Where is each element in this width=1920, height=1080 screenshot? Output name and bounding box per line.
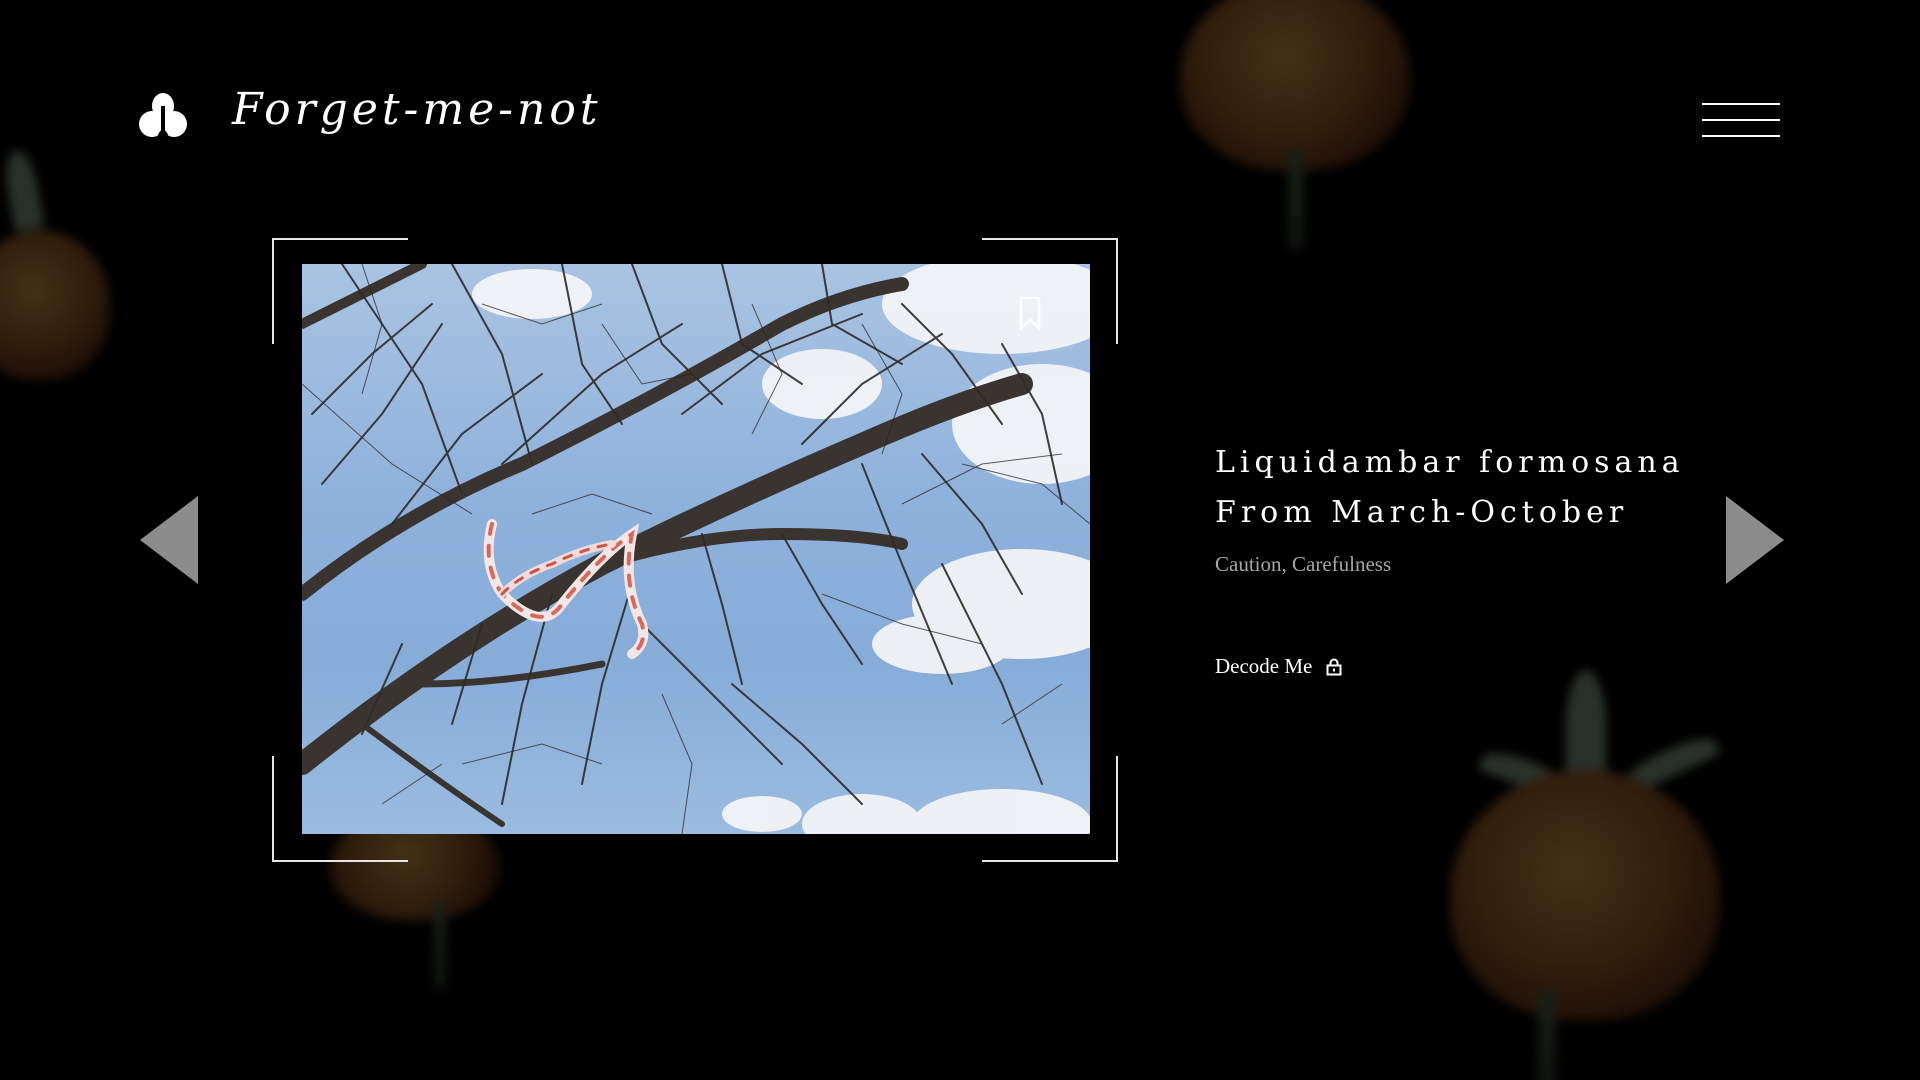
triangle-left-icon [140, 496, 198, 584]
menu-line [1702, 103, 1780, 105]
lock-icon [1326, 658, 1342, 675]
triangle-right-icon [1726, 496, 1784, 584]
background-flower-left [0, 140, 130, 400]
plant-title: Liquidambar formosana From March-October [1215, 438, 1685, 538]
menu-line [1702, 119, 1780, 121]
flower-bud-logo-icon[interactable] [138, 92, 188, 140]
previous-arrow-button[interactable] [140, 496, 200, 584]
plant-name: Liquidambar formosana [1215, 445, 1685, 480]
background-flower-bottom-right [1420, 670, 1750, 1080]
brand-name[interactable]: Forget-me-not [232, 84, 602, 135]
decode-me-button[interactable]: Decode Me [1215, 654, 1342, 679]
plant-photo [302, 264, 1090, 834]
background-flower-top [1170, 0, 1430, 280]
bookmark-icon[interactable] [1019, 296, 1041, 331]
decode-me-label: Decode Me [1215, 654, 1313, 678]
plant-meaning: Caution, Carefulness [1215, 552, 1392, 576]
next-arrow-button[interactable] [1724, 496, 1784, 584]
menu-line [1702, 135, 1780, 137]
hamburger-menu-button[interactable] [1702, 103, 1780, 139]
plant-bloom-period: From March-October [1215, 495, 1629, 530]
